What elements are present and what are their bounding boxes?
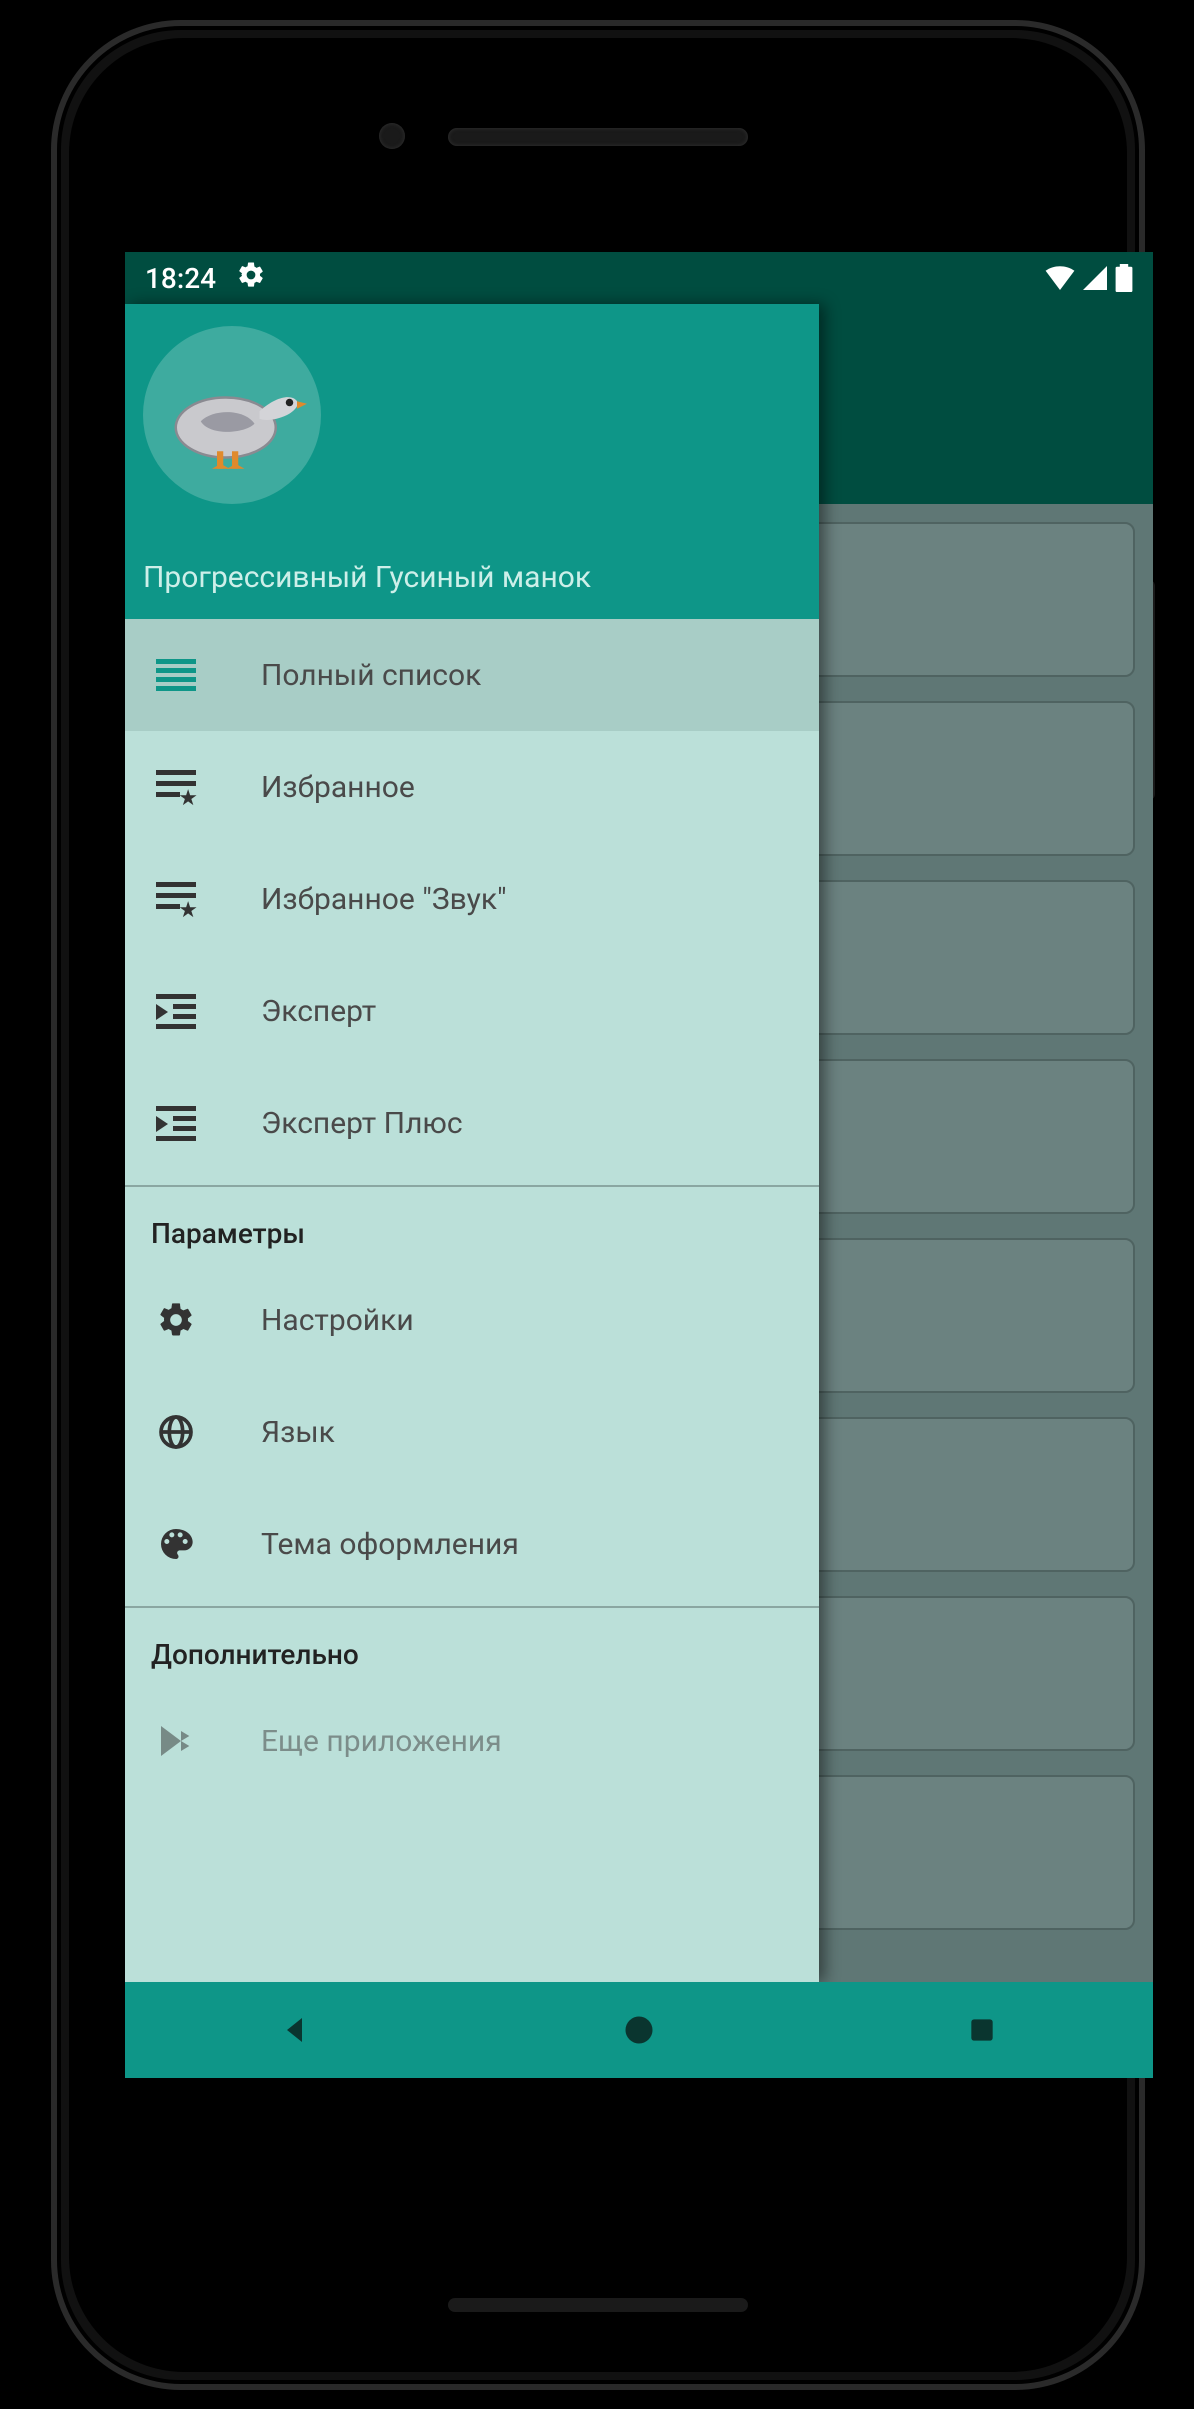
nav-drawer: Прогрессивный Гусиный манок Полный списо… bbox=[125, 304, 819, 1982]
favorites-icon: ★ bbox=[155, 766, 197, 808]
drawer-header: Прогрессивный Гусиный манок bbox=[125, 304, 819, 619]
nav-recent-button[interactable] bbox=[932, 2000, 1032, 2060]
nav-item-favorites[interactable]: ★ Избранное bbox=[125, 731, 819, 843]
nav-item-label: Избранное bbox=[261, 770, 415, 805]
phone-inner: 18:24 bbox=[69, 38, 1127, 2372]
drawer-title: Прогрессивный Гусиный манок bbox=[143, 560, 801, 595]
drawer-body: Полный список ★ Избранное ★ Избранное "З… bbox=[125, 619, 819, 1982]
gear-icon bbox=[236, 260, 266, 297]
phone-camera bbox=[379, 123, 405, 149]
globe-icon bbox=[155, 1411, 197, 1453]
wifi-icon bbox=[1045, 266, 1075, 290]
nav-item-language[interactable]: Язык bbox=[125, 1376, 819, 1488]
screen: 18:24 bbox=[125, 252, 1153, 2078]
nav-home-button[interactable] bbox=[589, 2000, 689, 2060]
nav-item-favorites-sound[interactable]: ★ Избранное "Звук" bbox=[125, 843, 819, 955]
phone-speaker-top bbox=[448, 128, 748, 146]
status-time: 18:24 bbox=[145, 262, 216, 295]
section-title-parameters: Параметры bbox=[125, 1187, 819, 1264]
phone-frame: 18:24 bbox=[51, 20, 1145, 2390]
nav-item-expert[interactable]: Эксперт bbox=[125, 955, 819, 1067]
expert-icon bbox=[155, 990, 197, 1032]
nav-item-label: Настройки bbox=[261, 1303, 414, 1338]
battery-icon bbox=[1115, 264, 1133, 292]
nav-item-expert-plus[interactable]: Эксперт Плюс bbox=[125, 1067, 819, 1179]
app-avatar bbox=[143, 326, 321, 504]
phone-speaker-bottom bbox=[448, 2298, 748, 2312]
play-store-icon bbox=[155, 1720, 197, 1762]
expert-plus-icon bbox=[155, 1102, 197, 1144]
favorites-sound-icon: ★ bbox=[155, 878, 197, 920]
nav-back-button[interactable] bbox=[246, 2000, 346, 2060]
list-icon bbox=[155, 654, 197, 696]
nav-item-label: Полный список bbox=[261, 658, 481, 693]
nav-item-label: Тема оформления bbox=[261, 1527, 519, 1562]
cell-signal-icon bbox=[1083, 266, 1107, 290]
nav-item-theme[interactable]: Тема оформления bbox=[125, 1488, 819, 1600]
nav-item-label: Язык bbox=[261, 1415, 335, 1450]
palette-icon bbox=[155, 1523, 197, 1565]
gear-icon bbox=[155, 1299, 197, 1341]
nav-item-label: Избранное "Звук" bbox=[261, 882, 507, 917]
nav-item-more-apps[interactable]: Еще приложения bbox=[125, 1685, 819, 1797]
section-title-extra: Дополнительно bbox=[125, 1608, 819, 1685]
nav-item-label: Эксперт Плюс bbox=[261, 1106, 463, 1141]
system-nav-bar bbox=[125, 1982, 1153, 2078]
nav-item-label: Эксперт bbox=[261, 994, 376, 1029]
nav-item-full-list[interactable]: Полный список bbox=[125, 619, 819, 731]
nav-item-label: Еще приложения bbox=[261, 1724, 502, 1759]
nav-item-settings[interactable]: Настройки bbox=[125, 1264, 819, 1376]
status-bar: 18:24 bbox=[125, 252, 1153, 304]
